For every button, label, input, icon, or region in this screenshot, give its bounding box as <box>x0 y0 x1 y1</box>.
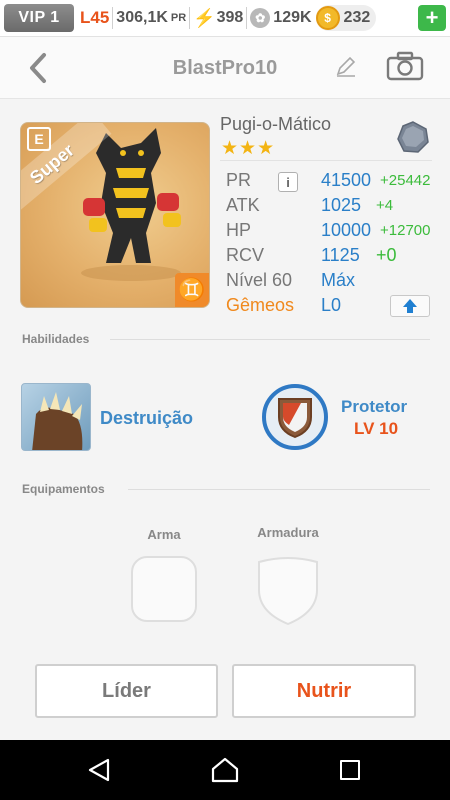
abilities-section-title: Habilidades <box>22 332 90 346</box>
stat-row-pr: PR i 41500 +25442 <box>226 170 436 195</box>
skill-icon[interactable] <box>21 383 91 451</box>
weapon-slot[interactable] <box>131 556 197 622</box>
twins-label: Gêmeos <box>226 295 295 315</box>
stat-row-hp: HP 10000 +12700 <box>226 220 436 245</box>
skill-name[interactable]: Destruição <box>100 408 193 429</box>
claw-icon <box>32 392 83 450</box>
camera-icon[interactable] <box>386 51 424 81</box>
monster-card[interactable]: E Super ♊ <box>20 122 210 308</box>
feed-button[interactable]: Nutrir <box>232 664 416 718</box>
divider <box>112 7 114 29</box>
coin-value: 232 <box>343 9 371 26</box>
leader-skill-name[interactable]: Protetor <box>341 397 407 417</box>
divider <box>110 339 430 340</box>
leader-button[interactable]: Líder <box>35 664 218 718</box>
energy-stat[interactable]: ⚡ 398 <box>193 8 243 29</box>
armor-label: Armadura <box>257 525 319 540</box>
vip-badge[interactable]: VIP 1 <box>4 4 74 32</box>
evolution-tag: E <box>27 127 51 151</box>
pencil-icon[interactable] <box>334 55 358 79</box>
level-value: Máx <box>321 270 356 290</box>
stat-row-twins: Gêmeos L0 <box>226 295 436 320</box>
pr-label: PR <box>226 170 252 190</box>
info-button[interactable]: i <box>278 172 298 192</box>
power-unit: PR <box>170 12 187 24</box>
stat-row-rcv: RCV 1125 +0 <box>226 245 436 270</box>
coin-icon: $ <box>315 6 340 30</box>
energy-value: 398 <box>216 9 244 26</box>
paw-icon: ✿ <box>250 8 271 28</box>
equipment-section-title: Equipamentos <box>22 482 105 496</box>
atk-bonus: +4 <box>376 197 394 214</box>
leader-skill-icon[interactable] <box>262 384 328 450</box>
player-level: L45 <box>80 8 110 27</box>
stat-row-level: Nível 60 Máx <box>226 270 436 295</box>
level-label: Nível 60 <box>226 270 293 290</box>
monster-name: Pugi-o-Mático <box>220 114 332 134</box>
add-coins-button[interactable]: + <box>418 5 446 31</box>
atk-value: 1025 <box>321 195 362 215</box>
pr-value: 41500 <box>321 170 372 190</box>
divider <box>246 7 248 29</box>
gemini-icon: ♊ <box>175 273 209 307</box>
paw-value: 129K <box>273 9 312 26</box>
status-bar: VIP 1 L45 306,1K PR ⚡ 398 ✿ 129K $ 232 + <box>0 0 450 37</box>
paw-stat[interactable]: ✿ 129K <box>250 8 312 28</box>
power-value: 306,1K <box>116 9 168 26</box>
hp-label: HP <box>226 220 252 240</box>
stone-element-icon <box>397 121 429 153</box>
rcv-label: RCV <box>226 245 265 265</box>
shield-icon <box>278 398 312 439</box>
pr-bonus: +25442 <box>380 172 431 189</box>
nav-recents-icon[interactable] <box>340 760 360 780</box>
stats-table: PR i 41500 +25442 ATK 1025 +4 HP 10000 +… <box>226 170 436 320</box>
arrow-up-icon <box>403 299 417 313</box>
divider <box>128 489 430 490</box>
divider <box>220 160 432 161</box>
system-nav-bar <box>0 740 450 800</box>
stat-row-atk: ATK 1025 +4 <box>226 195 436 220</box>
divider <box>189 7 191 29</box>
hp-bonus: +12700 <box>380 222 431 239</box>
lightning-icon: ⚡ <box>193 7 216 28</box>
power-stat: 306,1K PR <box>116 9 186 27</box>
page-header: BlastPro10 <box>0 37 450 99</box>
nav-back-icon[interactable] <box>86 758 112 782</box>
atk-label: ATK <box>226 195 260 215</box>
hp-value: 10000 <box>321 220 372 240</box>
rcv-value: 1125 <box>321 245 360 265</box>
coin-stat[interactable]: $ 232 <box>315 5 377 31</box>
armor-slot[interactable] <box>255 556 321 626</box>
twins-value: L0 <box>321 295 342 315</box>
rcv-bonus: +0 <box>376 245 397 265</box>
star-rating: ★★★ <box>221 138 276 159</box>
nav-home-icon[interactable] <box>210 756 240 784</box>
weapon-label: Arma <box>147 527 181 542</box>
leader-skill-level: LV 10 <box>354 419 399 438</box>
upgrade-twins-button[interactable] <box>390 295 430 317</box>
page-title: BlastPro10 <box>172 57 278 79</box>
